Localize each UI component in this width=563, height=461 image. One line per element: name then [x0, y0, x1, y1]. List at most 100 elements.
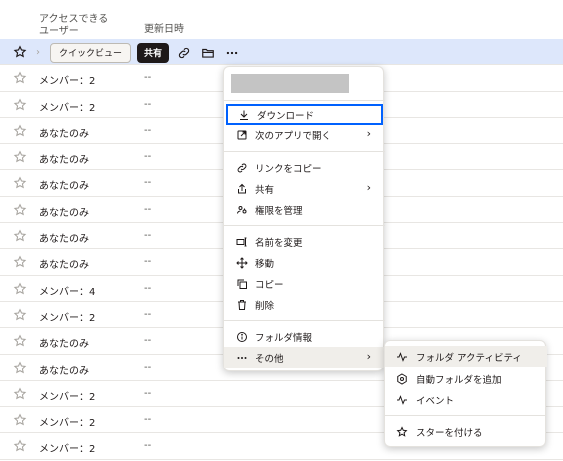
- updated-cell: --: [144, 361, 152, 373]
- access-cell: あなたのみ: [39, 155, 89, 167]
- table-row-selected[interactable]: › クイックビュー 共有: [0, 39, 563, 66]
- menu-item-add-star[interactable]: スターを付ける: [385, 421, 547, 442]
- access-cell: あなたのみ: [39, 339, 89, 351]
- star-icon[interactable]: [13, 150, 27, 164]
- access-cell: メンバー：2: [39, 418, 96, 430]
- menu-item-rename[interactable]: 名前を変更: [224, 231, 385, 252]
- access-cell: メンバー：2: [39, 391, 96, 403]
- access-cell: あなたのみ: [39, 260, 89, 272]
- menu-item-move[interactable]: 移動: [224, 252, 385, 273]
- menu-item-share[interactable]: 共有 ›: [224, 178, 385, 199]
- menu-item-download[interactable]: ダウンロード: [226, 104, 383, 125]
- menu-item-label: スターを付ける: [416, 428, 483, 439]
- menu-item-delete[interactable]: 削除: [224, 294, 385, 315]
- menu-item-label: 移動: [255, 259, 275, 270]
- menu-divider: [224, 100, 385, 101]
- menu-item-manage-permissions[interactable]: 権限を管理: [224, 199, 385, 220]
- column-header-access[interactable]: アクセスできる ユーザー: [39, 14, 119, 38]
- menu-item-label: 名前を変更: [255, 238, 303, 249]
- star-icon[interactable]: [13, 387, 27, 401]
- star-icon[interactable]: [13, 124, 27, 138]
- table-header: アクセスできる ユーザー 更新日時: [0, 0, 563, 39]
- menu-divider: [224, 320, 385, 321]
- chevron-right-icon: ›: [366, 350, 371, 363]
- menu-item-label: コピー: [255, 280, 284, 291]
- menu-divider: [385, 415, 546, 416]
- chevron-right-icon: ›: [366, 127, 371, 140]
- access-cell: あなたのみ: [39, 365, 89, 377]
- folder-icon[interactable]: [199, 44, 217, 62]
- chevron-right-icon: ›: [36, 47, 40, 58]
- menu-item-label: リンクをコピー: [255, 164, 322, 175]
- updated-cell: --: [144, 151, 152, 163]
- menu-item-label: 自動フォルダを追加: [416, 375, 502, 386]
- star-icon[interactable]: [13, 308, 27, 322]
- star-icon[interactable]: [13, 203, 27, 217]
- row-actions: › クイックビュー 共有: [36, 42, 241, 63]
- star-icon[interactable]: [13, 98, 27, 112]
- updated-cell: --: [144, 124, 152, 136]
- star-icon[interactable]: [13, 45, 27, 59]
- context-menu: ダウンロード 次のアプリで開く › リンクをコピー 共有 › 権限を管理 名前を…: [223, 66, 385, 371]
- updated-cell: --: [144, 414, 152, 426]
- star-icon[interactable]: [13, 334, 27, 348]
- menu-item-label: 権限を管理: [255, 206, 303, 217]
- star-icon[interactable]: [13, 439, 27, 453]
- auto-folder-icon: [395, 372, 408, 385]
- menu-item-label: その他: [255, 354, 284, 365]
- chevron-right-icon: ›: [366, 181, 371, 194]
- rename-icon: [235, 235, 248, 248]
- copy-icon: [235, 277, 248, 290]
- menu-item-copy-link[interactable]: リンクをコピー: [224, 157, 385, 178]
- menu-item-open-in-app[interactable]: 次のアプリで開く ›: [224, 124, 385, 145]
- access-cell: あなたのみ: [39, 128, 89, 140]
- share-button[interactable]: 共有: [137, 42, 170, 63]
- access-cell: メンバー：2: [39, 312, 96, 324]
- updated-cell: --: [144, 282, 152, 294]
- star-icon[interactable]: [13, 255, 27, 269]
- menu-divider: [224, 225, 385, 226]
- info-icon: [235, 330, 248, 343]
- activity-icon: [395, 350, 408, 363]
- updated-cell: --: [144, 230, 152, 242]
- menu-item-label: 共有: [255, 185, 275, 196]
- updated-cell: --: [144, 72, 152, 84]
- star-icon[interactable]: [13, 282, 27, 296]
- column-header-updated[interactable]: 更新日時: [144, 20, 184, 35]
- menu-item-label: フォルダ アクティビティ: [416, 353, 522, 364]
- trash-icon: [235, 298, 248, 311]
- menu-divider: [224, 151, 385, 152]
- updated-cell: --: [144, 256, 152, 268]
- menu-item-label: イベント: [416, 396, 455, 407]
- menu-item-label: ダウンロード: [257, 111, 315, 122]
- star-icon[interactable]: [13, 413, 27, 427]
- access-cell: メンバー：2: [39, 102, 96, 114]
- menu-item-folder-info[interactable]: フォルダ情報: [224, 326, 385, 347]
- permissions-icon: [235, 203, 248, 216]
- star-icon[interactable]: [13, 176, 27, 190]
- star-icon[interactable]: [13, 229, 27, 243]
- menu-item-add-auto-folder[interactable]: 自動フォルダを追加: [385, 368, 547, 389]
- link-icon: [235, 161, 248, 174]
- access-cell: あなたのみ: [39, 181, 89, 193]
- more-options-icon[interactable]: [223, 44, 241, 62]
- more-submenu: フォルダ アクティビティ 自動フォルダを追加 イベント スターを付ける: [384, 340, 547, 447]
- quick-view-button[interactable]: クイックビュー: [50, 42, 132, 63]
- menu-item-folder-activity[interactable]: フォルダ アクティビティ: [385, 346, 547, 367]
- updated-cell: --: [144, 177, 152, 189]
- updated-cell: --: [144, 98, 152, 110]
- share-icon: [235, 182, 248, 195]
- menu-item-label: 削除: [255, 301, 275, 312]
- menu-item-label: 次のアプリで開く: [255, 131, 332, 142]
- redacted-item-name: [231, 74, 349, 93]
- link-icon[interactable]: [175, 44, 193, 62]
- menu-item-copy[interactable]: コピー: [224, 273, 385, 294]
- download-icon: [237, 108, 250, 121]
- menu-item-more[interactable]: その他 ›: [224, 347, 385, 368]
- star-icon[interactable]: [13, 361, 27, 375]
- updated-cell: --: [144, 308, 152, 320]
- star-icon: [395, 425, 408, 438]
- external-open-icon: [235, 128, 248, 141]
- menu-item-events[interactable]: イベント: [385, 389, 547, 410]
- star-icon[interactable]: [13, 71, 27, 85]
